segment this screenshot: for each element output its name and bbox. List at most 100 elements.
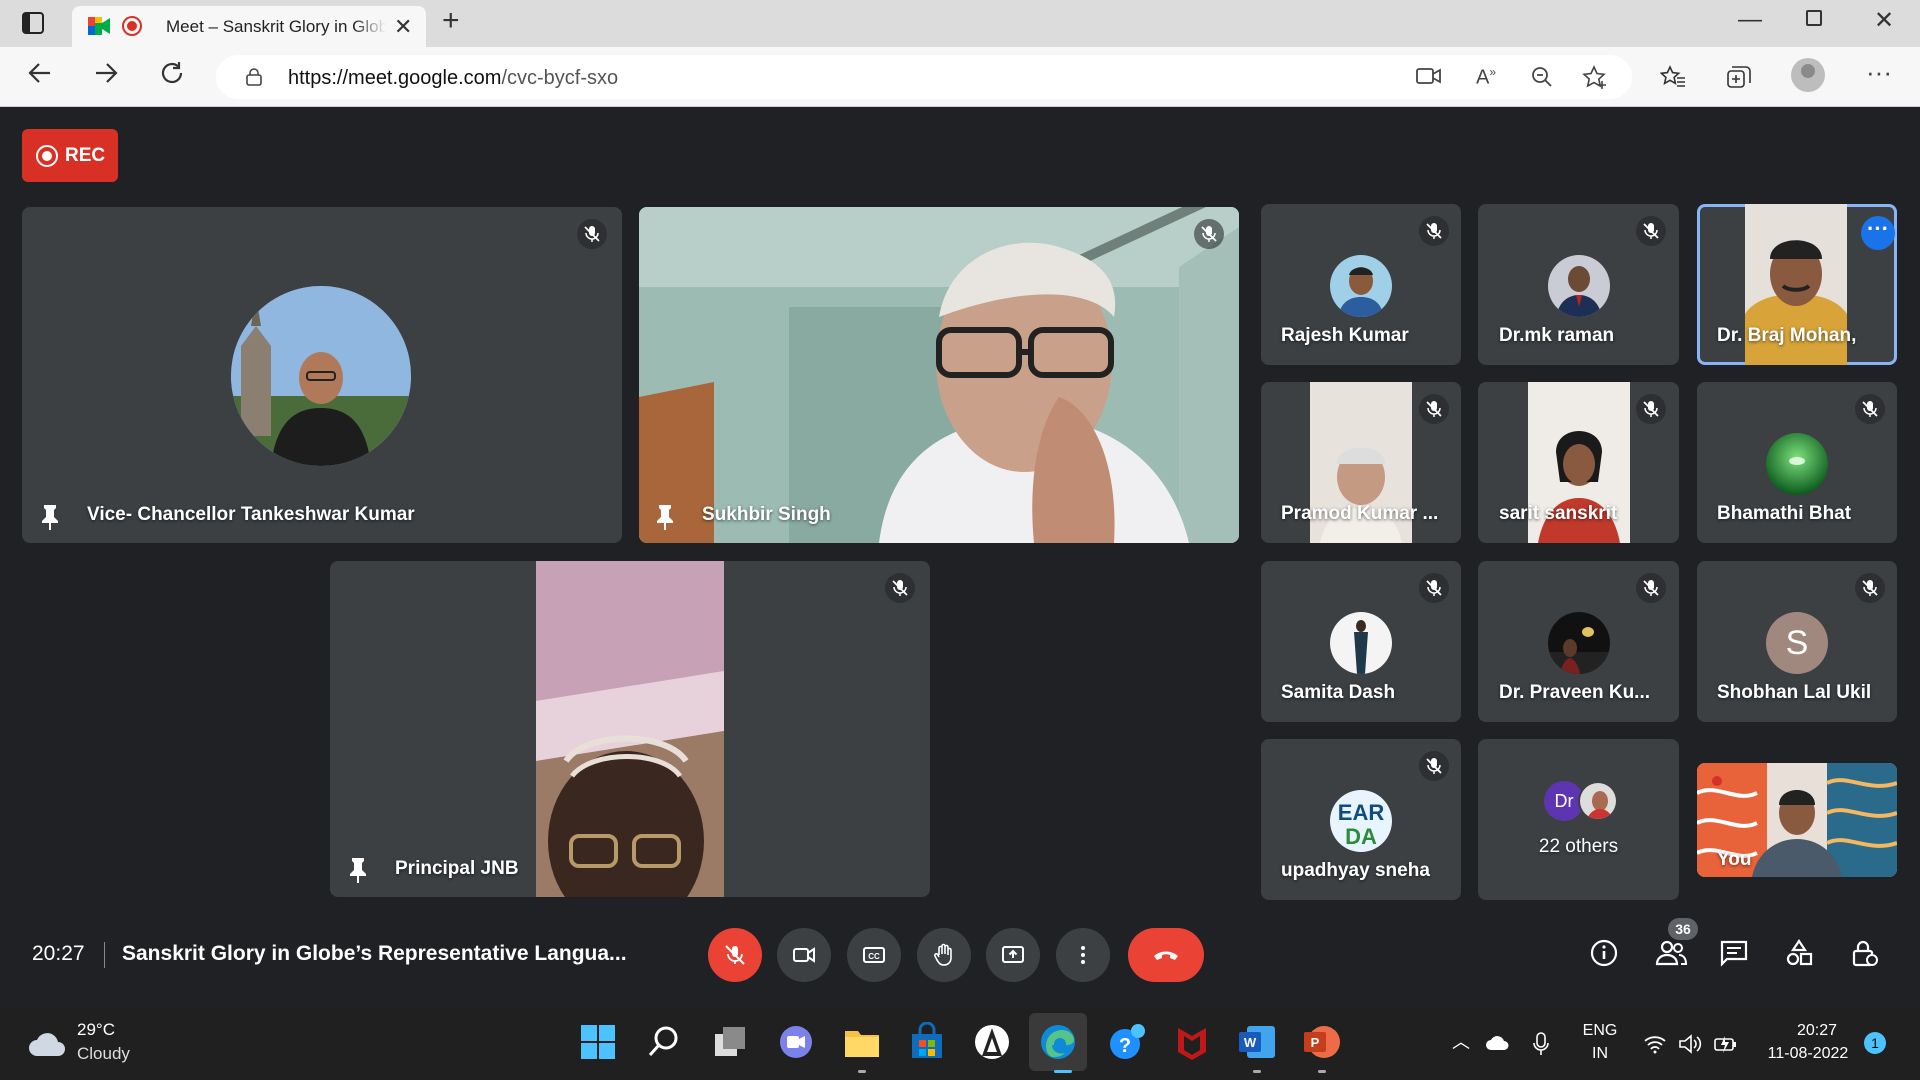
- present-screen-button[interactable]: [986, 928, 1040, 982]
- avatar: [231, 286, 411, 466]
- recording-tab-icon: [122, 16, 142, 36]
- profile-avatar[interactable]: [1791, 58, 1825, 92]
- search-icon[interactable]: [644, 1022, 684, 1062]
- muted-mic-icon: [1636, 394, 1666, 424]
- participant-name: Dr. Braj Mohan,: [1717, 325, 1857, 346]
- participant-tile-praveen[interactable]: Dr. Praveen Ku...: [1478, 561, 1679, 722]
- participant-name: Principal JNB: [395, 858, 519, 879]
- wifi-icon[interactable]: [1643, 1034, 1667, 1054]
- task-view-icon[interactable]: [711, 1022, 751, 1062]
- refresh-button[interactable]: [158, 59, 186, 92]
- volume-icon[interactable]: [1678, 1033, 1702, 1055]
- pin-icon[interactable]: [655, 503, 675, 531]
- close-window-icon[interactable]: ✕: [1874, 6, 1894, 35]
- word-icon[interactable]: W: [1237, 1022, 1277, 1062]
- svg-text:P: P: [1311, 1035, 1320, 1050]
- divider: [104, 942, 105, 968]
- mcafee-icon[interactable]: [1172, 1022, 1212, 1062]
- add-favorite-icon[interactable]: [1582, 65, 1608, 98]
- microsoft-store-icon[interactable]: [907, 1022, 947, 1062]
- windows-start-icon[interactable]: [578, 1022, 618, 1062]
- muted-mic-icon: [1419, 216, 1449, 246]
- new-tab-button[interactable]: +: [442, 4, 460, 38]
- more-options-button[interactable]: [1056, 928, 1110, 982]
- google-meet-icon: [88, 17, 110, 35]
- meeting-details-icon[interactable]: [1589, 938, 1619, 968]
- lock-icon[interactable]: [246, 68, 262, 86]
- self-view-tile[interactable]: You: [1697, 763, 1897, 877]
- mic-toggle-button[interactable]: [708, 928, 762, 982]
- language-indicator[interactable]: ENG: [1580, 1022, 1620, 1040]
- participant-tile-brajmohan[interactable]: ··· Dr. Braj Mohan,: [1697, 204, 1897, 365]
- recording-badge: REC: [22, 129, 118, 182]
- raise-hand-button[interactable]: [917, 928, 971, 982]
- participant-tile-shobhan[interactable]: S Shobhan Lal Ukil: [1697, 561, 1897, 722]
- participant-tile-bhamathi[interactable]: Bhamathi Bhat: [1697, 382, 1897, 543]
- taskbar-date[interactable]: 11-08-2022: [1758, 1045, 1858, 1063]
- browser-tab-meet[interactable]: Meet – Sanskrit Glory in Globe’s Represe…: [72, 6, 426, 47]
- recording-label: REC: [65, 145, 106, 166]
- collections-icon[interactable]: [1726, 65, 1752, 96]
- hand-icon: [934, 943, 952, 966]
- running-indicator: [1253, 1070, 1261, 1073]
- pin-icon[interactable]: [348, 856, 368, 884]
- participant-tile-pramod[interactable]: Pramod Kumar ...: [1261, 382, 1461, 543]
- avatar: [1330, 612, 1392, 674]
- restore-icon[interactable]: [1806, 10, 1822, 26]
- participant-name: upadhyay sneha: [1281, 860, 1430, 881]
- participant-tile-upadhyay[interactable]: EAR DA upadhyay sneha: [1261, 739, 1461, 900]
- activities-icon[interactable]: [1784, 938, 1814, 968]
- participant-tile-vc[interactable]: Vice- Chancellor Tankeshwar Kumar: [22, 207, 622, 543]
- arrow-right-icon: [96, 63, 118, 83]
- people-icon[interactable]: [1654, 938, 1688, 968]
- language-region[interactable]: IN: [1580, 1045, 1620, 1063]
- url-input[interactable]: https://meet.google.com/cvc-bycf-sxo A»: [216, 55, 1632, 99]
- participant-tile-mkraman[interactable]: Dr.mk raman: [1478, 204, 1679, 365]
- present-icon: [1002, 946, 1024, 963]
- captions-button[interactable]: CC: [847, 928, 901, 982]
- participant-tile-sukhbir[interactable]: Sukhbir Singh: [639, 207, 1239, 543]
- edge-taskbar-button[interactable]: [1029, 1013, 1087, 1071]
- participant-name: Dr.mk raman: [1499, 325, 1615, 346]
- onedrive-icon[interactable]: [1485, 1035, 1511, 1051]
- host-controls-icon[interactable]: [1849, 938, 1879, 968]
- zoom-out-icon[interactable]: [1530, 65, 1554, 96]
- read-aloud-icon[interactable]: A»: [1476, 65, 1496, 90]
- favorites-icon[interactable]: [1659, 65, 1686, 96]
- url-text[interactable]: https://meet.google.com/cvc-bycf-sxo: [288, 67, 618, 90]
- participant-count-badge: 36: [1668, 918, 1698, 940]
- notification-badge[interactable]: 1: [1864, 1032, 1886, 1054]
- participant-tile-rajesh[interactable]: Rajesh Kumar: [1261, 204, 1461, 365]
- chat-icon[interactable]: [1719, 938, 1749, 968]
- app-icon[interactable]: [972, 1022, 1012, 1062]
- leave-call-button[interactable]: [1128, 928, 1204, 982]
- tab-close-icon[interactable]: ✕: [394, 14, 412, 40]
- teams-chat-icon[interactable]: [776, 1022, 816, 1062]
- avatar: [1548, 612, 1610, 674]
- minimize-icon[interactable]: —: [1738, 6, 1762, 34]
- chevron-up-icon[interactable]: ︿: [1452, 1028, 1470, 1054]
- participant-tile-principal[interactable]: Principal JNB: [330, 561, 930, 897]
- camera-toggle-button[interactable]: [777, 928, 831, 982]
- meeting-clock: 20:27: [32, 942, 85, 965]
- more-options-icon[interactable]: ···: [1866, 57, 1892, 88]
- help-icon[interactable]: ?: [1107, 1022, 1147, 1062]
- tab-actions-icon[interactable]: [22, 12, 44, 34]
- video-camera-icon[interactable]: [1416, 65, 1442, 94]
- weather-description[interactable]: Cloudy: [77, 1044, 130, 1064]
- powerpoint-icon[interactable]: P: [1302, 1022, 1342, 1062]
- cloud-icon[interactable]: [27, 1032, 67, 1058]
- file-explorer-icon[interactable]: [842, 1022, 882, 1062]
- participant-tile-samita[interactable]: Samita Dash: [1261, 561, 1461, 722]
- taskbar-clock[interactable]: 20:27: [1782, 1022, 1852, 1040]
- forward-button[interactable]: [92, 59, 120, 92]
- more-options-button[interactable]: ···: [1861, 216, 1895, 250]
- back-button[interactable]: [26, 59, 54, 92]
- pin-icon[interactable]: [40, 503, 60, 531]
- weather-temperature[interactable]: 29°C: [77, 1020, 115, 1040]
- microphone-icon[interactable]: [1532, 1032, 1550, 1056]
- participant-tile-sarit[interactable]: sarit sanskrit: [1478, 382, 1679, 543]
- others-tile[interactable]: Dr 22 others: [1478, 739, 1679, 900]
- others-avatar-2: [1578, 781, 1618, 821]
- battery-charging-icon[interactable]: [1713, 1034, 1739, 1054]
